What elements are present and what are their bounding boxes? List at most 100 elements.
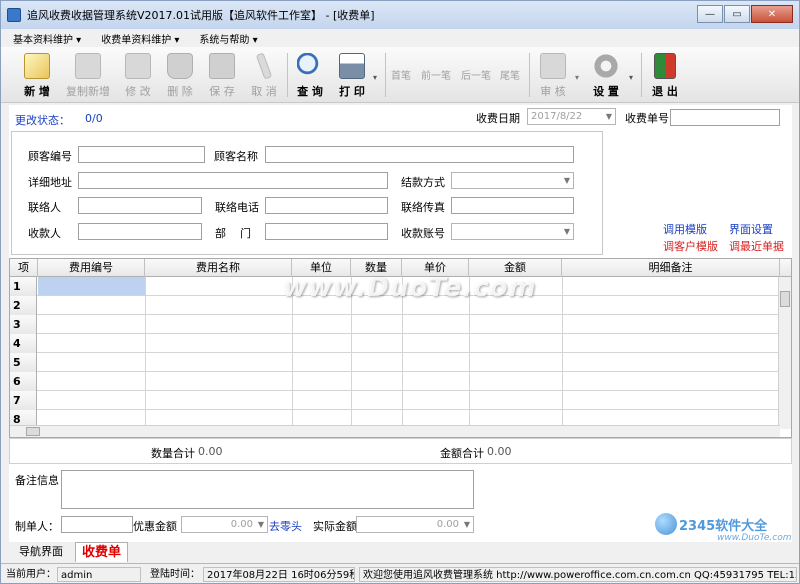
amount-total-value: 0.00 — [487, 445, 512, 458]
recent-doc-link[interactable]: 调最近单据 — [729, 238, 784, 254]
customer-code-label: 顾客编号 — [28, 150, 72, 163]
gear-icon — [593, 53, 619, 79]
fax-label: 联络传真 — [401, 201, 445, 214]
title-bar: 追风收费收据管理系统V2017.01试用版【追风软件工作室】 - [收费单] —… — [1, 1, 799, 29]
round-off-link[interactable]: 去零头 — [269, 518, 302, 534]
table-row[interactable]: 6 — [10, 372, 780, 391]
remark-label: 备注信息 — [15, 474, 59, 487]
logo-ball-icon — [655, 513, 677, 535]
col-header-fee-code[interactable]: 费用编号 — [38, 259, 145, 277]
date-picker[interactable]: 2017/8/22 ▼ — [527, 108, 616, 125]
date-label: 收费日期 — [476, 112, 520, 125]
customer-code-input[interactable] — [78, 146, 205, 163]
table-row[interactable]: 7 — [10, 391, 780, 410]
discount-field[interactable]: 0.00 ▼ — [181, 516, 268, 533]
audit-button[interactable]: 审 核 — [533, 51, 573, 99]
address-input[interactable] — [78, 172, 388, 189]
row-number: 5 — [10, 353, 37, 372]
login-label: 登陆时间： — [150, 569, 200, 580]
customer-name-label: 顾客名称 — [214, 150, 258, 163]
col-header-item: 项 — [10, 259, 38, 277]
table-row[interactable]: 4 — [10, 334, 780, 353]
scroll-thumb[interactable] — [26, 427, 40, 436]
fax-input[interactable] — [451, 197, 574, 214]
login-time: 2017年08月22日 16时06分59秒 — [203, 567, 355, 582]
totals-bar: 数量合计 0.00 金额合计 0.00 — [9, 438, 792, 464]
customer-name-input[interactable] — [265, 146, 574, 163]
menu-basic-data[interactable]: 基本资料维护 ▾ — [1, 31, 89, 46]
payee-input[interactable] — [78, 223, 202, 240]
scroll-thumb[interactable] — [780, 291, 790, 307]
audit-doc-icon — [540, 53, 566, 79]
grid-divider — [145, 277, 146, 429]
phone-input[interactable] — [265, 197, 388, 214]
toolbar-separator — [641, 53, 642, 97]
row-number: 7 — [10, 391, 37, 410]
account-select[interactable]: ▼ — [451, 223, 574, 240]
customer-template-link[interactable]: 调客户模版 — [663, 238, 718, 254]
query-button[interactable]: 查 询 — [291, 51, 329, 99]
audit-dropdown-icon[interactable]: ▾ — [575, 73, 579, 82]
col-header-remark[interactable]: 明细备注 — [562, 259, 780, 277]
amount-total-label: 金额合计 — [440, 447, 484, 460]
row-number: 1 — [10, 277, 37, 296]
maximize-button[interactable]: ▭ — [724, 5, 750, 23]
new-button[interactable]: 新 增 — [17, 51, 57, 99]
next-record-button[interactable]: 后一笔 — [461, 67, 491, 82]
tab-navigation[interactable]: 导航界面 — [13, 542, 69, 562]
audit-label: 审 核 — [540, 85, 566, 98]
save-button[interactable]: 保 存 — [203, 51, 241, 99]
prev-record-button[interactable]: 前一笔 — [421, 67, 451, 82]
settings-button[interactable]: 设 置 — [585, 51, 627, 99]
edit-icon — [125, 53, 151, 79]
address-label: 详细地址 — [28, 176, 72, 189]
menu-bar: 基本资料维护 ▾ 收费单资料维护 ▾ 系统与帮助 ▾ — [1, 29, 799, 47]
last-record-button[interactable]: 尾笔 — [500, 67, 520, 82]
tab-receipt[interactable]: 收费单 — [75, 542, 129, 562]
department-input[interactable] — [265, 223, 388, 240]
use-template-link[interactable]: 调用模版 — [663, 221, 707, 237]
ui-settings-link[interactable]: 界面设置 — [729, 221, 773, 237]
contact-input[interactable] — [78, 197, 202, 214]
horizontal-scrollbar[interactable] — [10, 425, 780, 437]
payment-method-select[interactable]: ▼ — [451, 172, 574, 189]
exit-button[interactable]: 退 出 — [645, 51, 685, 99]
cancel-button[interactable]: 取 消 — [245, 51, 283, 99]
actual-amount-field[interactable]: 0.00 ▼ — [356, 516, 474, 533]
edit-button[interactable]: 修 改 — [119, 51, 157, 99]
new-label: 新 增 — [24, 85, 50, 98]
edit-label: 修 改 — [125, 85, 151, 98]
row-number: 6 — [10, 372, 37, 391]
table-row[interactable]: 3 — [10, 315, 780, 334]
maker-input[interactable] — [61, 516, 133, 533]
app-icon — [7, 8, 21, 22]
menu-receipt-data[interactable]: 收费单资料维护 ▾ — [89, 31, 187, 46]
qty-total-value: 0.00 — [198, 445, 223, 458]
exit-label: 退 出 — [652, 85, 678, 98]
settings-dropdown-icon[interactable]: ▾ — [629, 73, 633, 82]
doc-no-input[interactable] — [670, 109, 780, 126]
vertical-scrollbar[interactable] — [778, 277, 791, 429]
chevron-down-icon: ▼ — [605, 112, 612, 121]
table-row[interactable]: 5 — [10, 353, 780, 372]
grid-divider — [562, 277, 563, 429]
exit-door-icon — [654, 53, 676, 79]
first-record-button[interactable]: 首笔 — [391, 67, 411, 82]
print-dropdown-icon[interactable]: ▾ — [373, 73, 377, 82]
close-button[interactable]: ✕ — [751, 5, 793, 23]
actual-amount-label: 实际金额 — [313, 520, 357, 533]
account-label: 收款账号 — [401, 227, 445, 240]
minimize-button[interactable]: — — [697, 5, 723, 23]
row-number: 3 — [10, 315, 37, 334]
status-value: 0/0 — [85, 112, 103, 125]
print-button[interactable]: 打 印 — [333, 51, 371, 99]
selected-cell[interactable] — [38, 277, 145, 295]
row-number: 4 — [10, 334, 37, 353]
col-header-fee-name[interactable]: 费用名称 — [145, 259, 292, 277]
delete-label: 删 除 — [167, 85, 193, 98]
delete-button[interactable]: 删 除 — [161, 51, 199, 99]
menu-system-help[interactable]: 系统与帮助 ▾ — [187, 31, 265, 46]
remark-textarea[interactable] — [61, 470, 474, 509]
printer-icon — [339, 53, 365, 79]
copy-new-button[interactable]: 复制新增 — [61, 51, 115, 99]
